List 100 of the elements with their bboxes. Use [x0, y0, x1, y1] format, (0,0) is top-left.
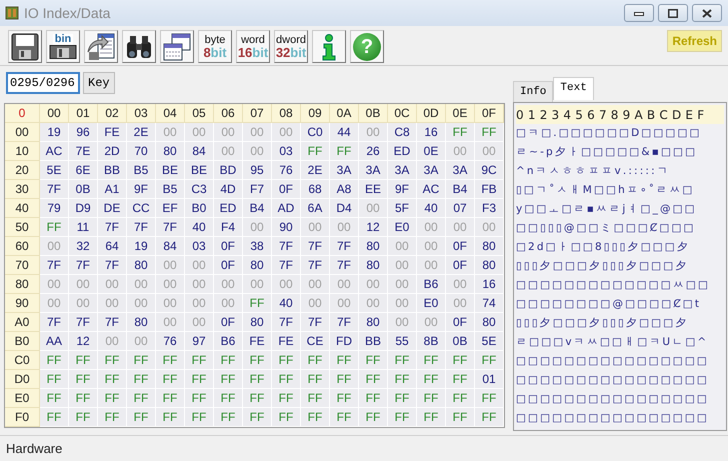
hex-cell: 9F: [127, 180, 156, 199]
hex-cell: FF: [301, 389, 330, 408]
hex-cell: 7F: [330, 256, 359, 275]
close-button[interactable]: [692, 4, 722, 22]
hex-cell: FF: [127, 351, 156, 370]
hex-cell: 26: [359, 142, 388, 161]
info-button[interactable]: [312, 30, 346, 63]
unit-label: bit: [252, 46, 268, 58]
window-title: IO Index/Data: [24, 4, 112, 22]
hex-cell: FF: [446, 389, 475, 408]
hex-cell: FF: [98, 351, 127, 370]
hex-cell: 00: [330, 218, 359, 237]
hex-cell: 00: [301, 294, 330, 313]
restore-icon: [668, 9, 678, 18]
column-header: 0F: [475, 104, 504, 123]
hex-cell: 0F: [272, 180, 301, 199]
hex-cell: 00: [156, 256, 185, 275]
hex-cell: 00: [388, 313, 417, 332]
hex-cell: 00: [243, 218, 272, 237]
hex-cell: FF: [272, 370, 301, 389]
hex-cell: 5F: [388, 199, 417, 218]
hex-cell: 80: [475, 313, 504, 332]
hex-cell: E0: [417, 294, 446, 313]
width-button[interactable]: dword 32bit: [274, 30, 308, 63]
hex-cell: 00: [156, 275, 185, 294]
hex-cell: FF: [214, 408, 243, 427]
text-row-text: □ ㅋ □ . □ □ □ □ □ □ D □ □ □ □ □: [516, 126, 700, 141]
hex-cell: 00: [185, 256, 214, 275]
row-header: 00: [5, 123, 40, 142]
hex-cell: FF: [127, 389, 156, 408]
hex-cell: 97: [185, 332, 214, 351]
hex-cell: 40: [417, 199, 446, 218]
width-button[interactable]: word 16bit: [236, 30, 270, 63]
hex-cell: FE: [243, 332, 272, 351]
width-button[interactable]: byte 8bit: [198, 30, 232, 63]
hex-cell: 12: [359, 218, 388, 237]
text-row-text: □ □ □ □ □ □ □ □ □ □ □ □ □ □ □ □: [516, 354, 708, 369]
hex-cell: FF: [359, 370, 388, 389]
hex-cell: 03: [185, 237, 214, 256]
key-button[interactable]: Key: [83, 72, 115, 94]
hex-cell: FF: [272, 389, 301, 408]
hex-cell: FF: [417, 389, 446, 408]
floppy-icon: [48, 45, 78, 59]
column-header: 0A: [330, 104, 359, 123]
window-button[interactable]: [160, 30, 194, 63]
hex-cell: FF: [475, 123, 504, 142]
hex-cell: 00: [475, 142, 504, 161]
hex-cell: 40: [185, 218, 214, 237]
minimize-button[interactable]: [624, 4, 654, 22]
hex-cell: 7F: [330, 313, 359, 332]
column-header: 06: [214, 104, 243, 123]
hex-cell: 80: [475, 256, 504, 275]
row-header: 50: [5, 218, 40, 237]
hex-cell: 0B: [69, 180, 98, 199]
row-header: A0: [5, 313, 40, 332]
hex-cell: 00: [272, 275, 301, 294]
hex-cell: 00: [98, 294, 127, 313]
hex-cell: 74: [475, 294, 504, 313]
corner-label: 0: [5, 104, 40, 123]
status-text: Hardware: [6, 440, 62, 458]
find-button[interactable]: [122, 30, 156, 63]
hex-cell: 7F: [301, 313, 330, 332]
hex-cell: 00: [417, 256, 446, 275]
hex-cell: FF: [475, 389, 504, 408]
save-button[interactable]: [8, 30, 42, 63]
restore-button[interactable]: [658, 4, 688, 22]
hex-cell: 5E: [475, 332, 504, 351]
text-row-text: □ □ □ □ □ □ □ □ □ □ □ □ □ □ □ □: [516, 392, 708, 407]
hex-cell: 2E: [301, 161, 330, 180]
hex-cell: FE: [98, 123, 127, 142]
column-header-row: 0 1 2 3 4 5 6 7 8 9 A B C D E F: [516, 105, 724, 124]
hex-cell: 16: [417, 123, 446, 142]
size-label: word: [241, 34, 265, 46]
hex-cell: FF: [475, 408, 504, 427]
hex-cell: 4D: [214, 180, 243, 199]
hex-cell: 7F: [98, 256, 127, 275]
column-header: 00: [40, 104, 69, 123]
tab[interactable]: Text: [553, 76, 594, 100]
hex-cell: 76: [272, 161, 301, 180]
save-binary-button[interactable]: bin: [46, 30, 80, 63]
hex-cell: FF: [98, 370, 127, 389]
hex-cell: 80: [475, 237, 504, 256]
hex-cell: 00: [185, 313, 214, 332]
hex-cell: 7F: [330, 237, 359, 256]
hex-cell: 00: [359, 199, 388, 218]
hex-cell: 00: [446, 294, 475, 313]
hex-cell: FF: [243, 408, 272, 427]
hex-cell: 00: [185, 275, 214, 294]
hex-cell: FF: [98, 408, 127, 427]
hex-cell: FF: [417, 408, 446, 427]
hex-cell: FF: [69, 351, 98, 370]
export-button[interactable]: [84, 30, 118, 63]
tab[interactable]: Info: [513, 80, 554, 102]
hex-cell: 00: [98, 275, 127, 294]
hex-cell: 80: [127, 256, 156, 275]
address-field[interactable]: 0295/0296: [6, 72, 80, 94]
column-header: 03: [127, 104, 156, 123]
hex-cell: 44: [330, 123, 359, 142]
hex-cell: 80: [127, 313, 156, 332]
hex-cell: FF: [388, 351, 417, 370]
